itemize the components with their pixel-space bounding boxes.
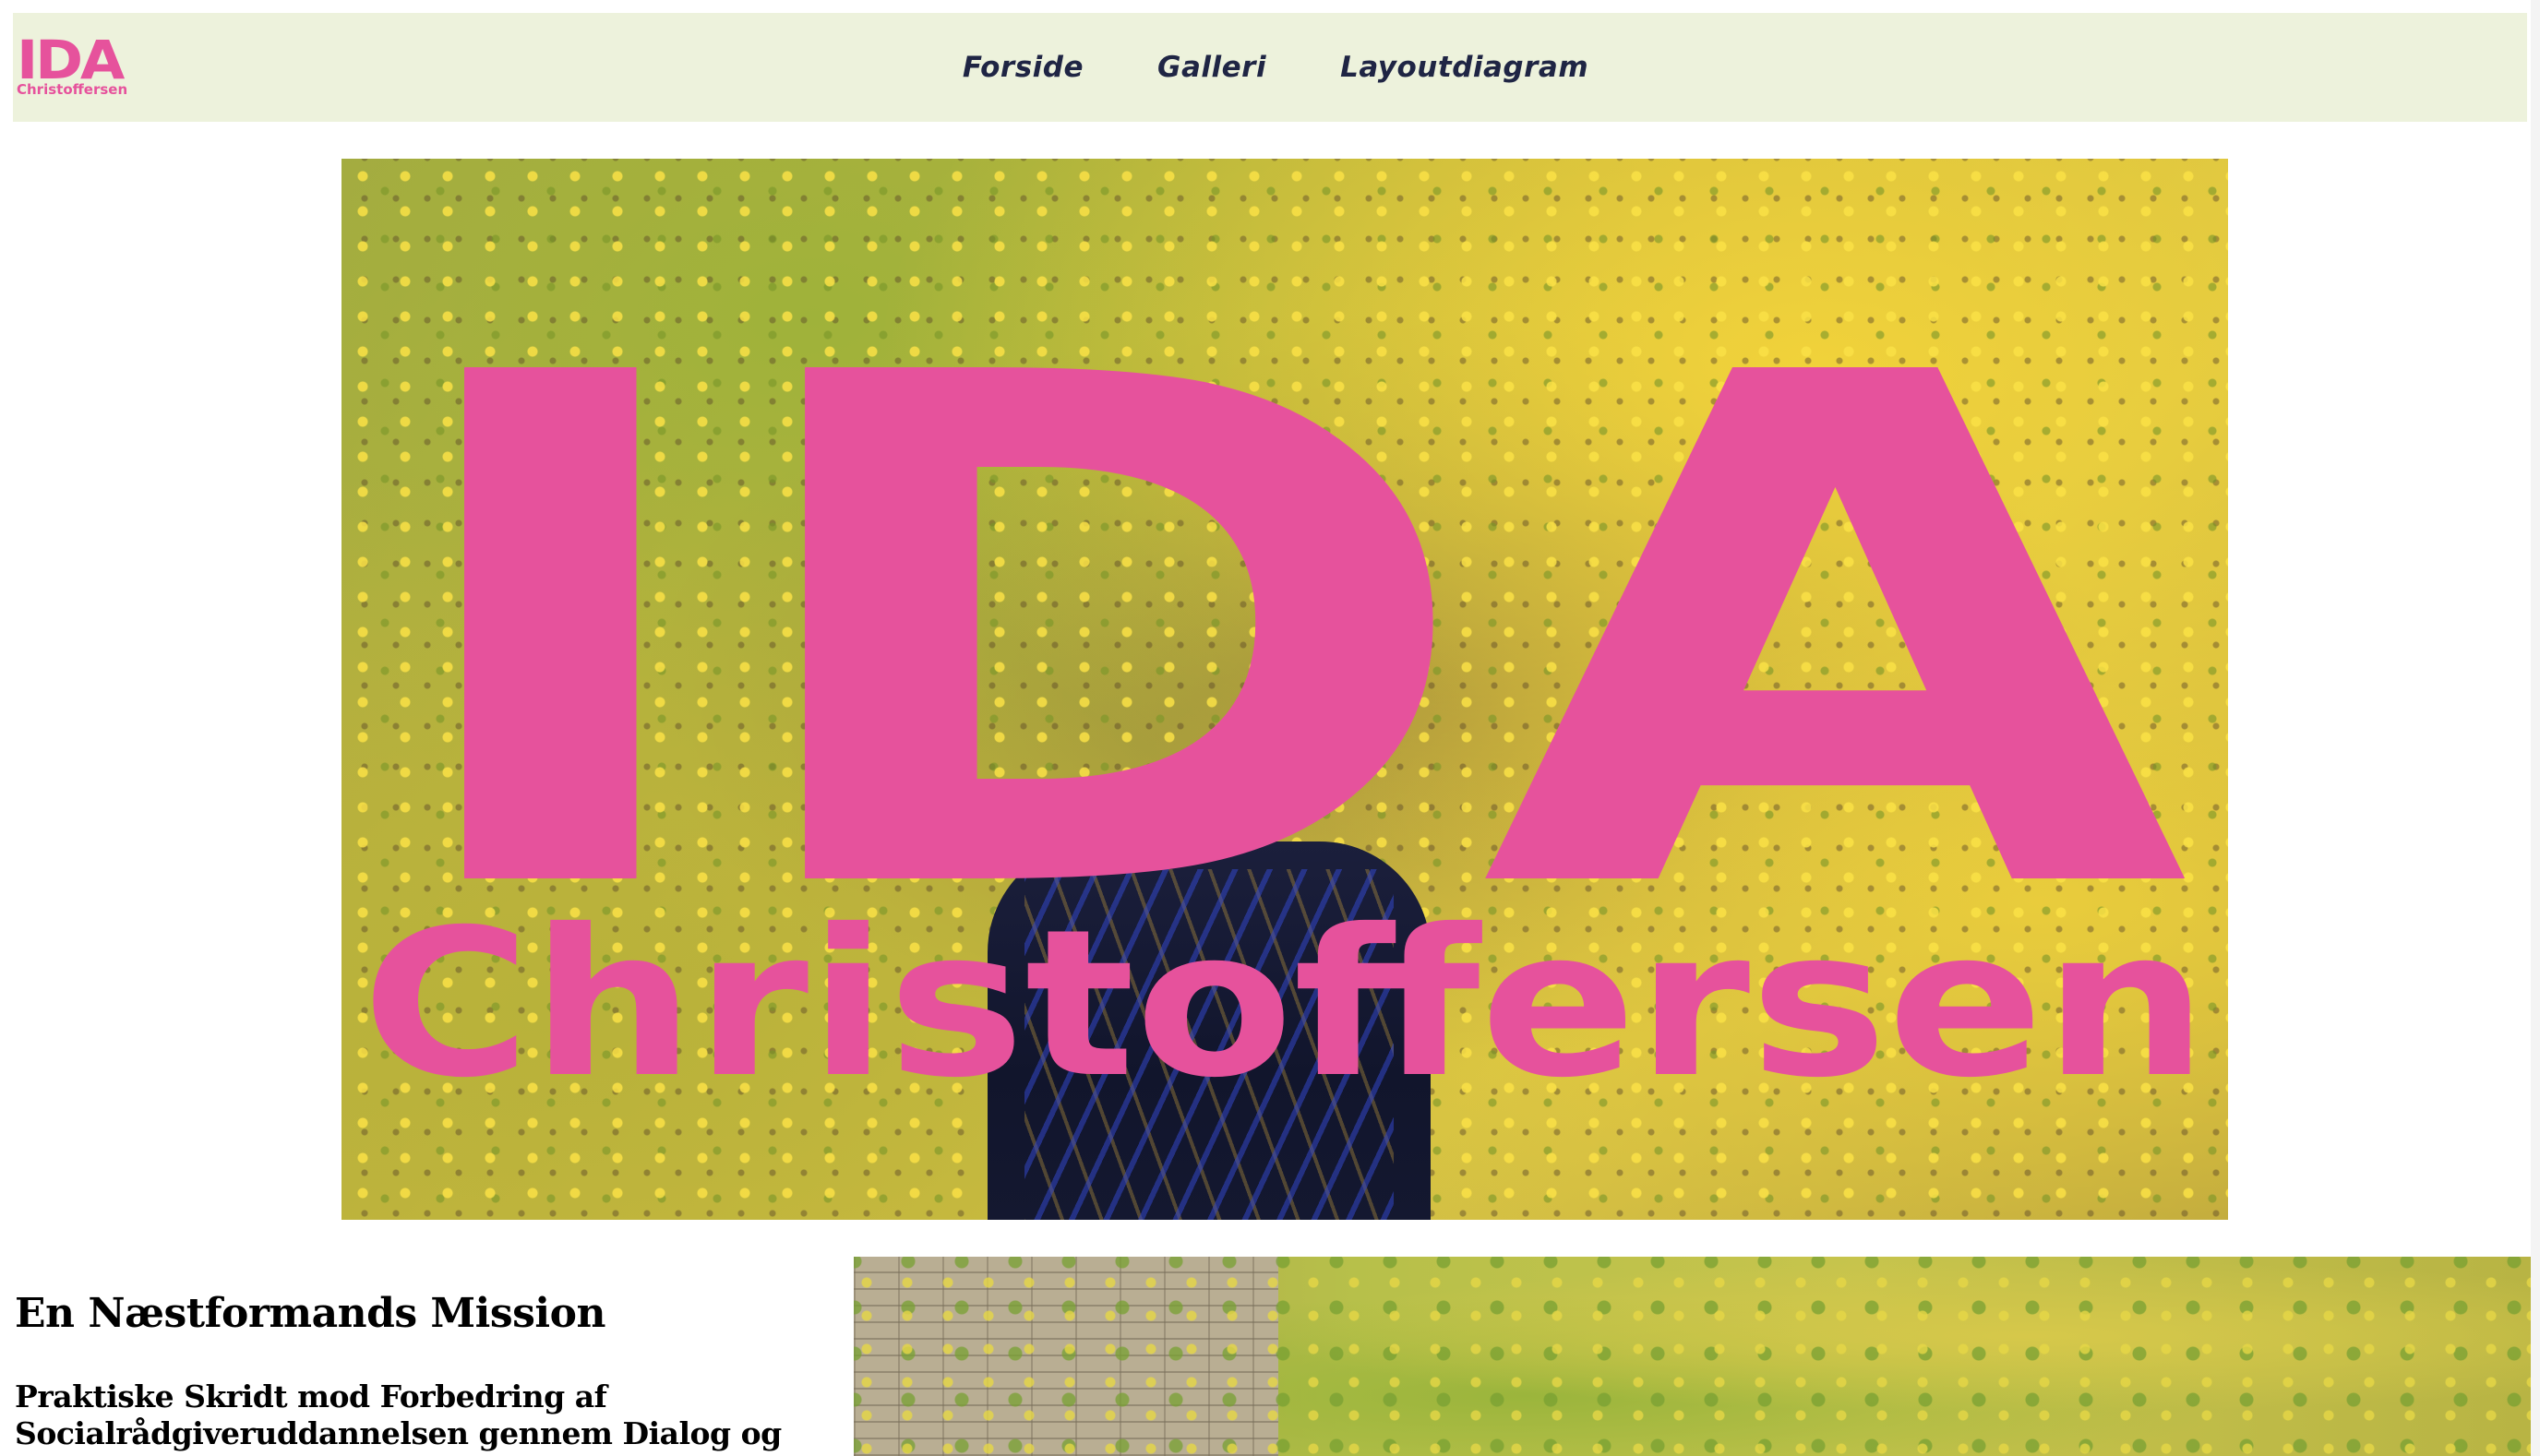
hero-title-overlay: IDA Christoffersen: [362, 229, 2208, 1122]
foliage-texture: [854, 1257, 2531, 1456]
nav-link-layoutdiagram[interactable]: Layoutdiagram: [1340, 51, 1588, 84]
page-scrollbar-track[interactable]: [2531, 0, 2540, 1456]
mission-photo: [854, 1257, 2531, 1456]
mission-subheading-line2: Socialrådgiveruddannelsen gennem Dialog …: [15, 1415, 782, 1456]
main-navigation: Forside Galleri Layoutdiagram: [13, 13, 2527, 122]
hero-subtitle-text: Christoffersen: [362, 886, 2208, 1122]
mission-heading: En Næstformands Mission: [15, 1290, 605, 1337]
hero-image: IDA Christoffersen: [341, 159, 2228, 1220]
mission-subheading: Praktiske Skridt mod Forbedring af Socia…: [15, 1378, 864, 1456]
nav-link-galleri[interactable]: Galleri: [1157, 51, 1266, 84]
nav-link-forside[interactable]: Forside: [963, 51, 1084, 84]
top-navbar: IDA Christoffersen Forside Galleri Layou…: [13, 13, 2527, 122]
mission-subheading-line1: Praktiske Skridt mod Forbedring af: [15, 1378, 607, 1414]
